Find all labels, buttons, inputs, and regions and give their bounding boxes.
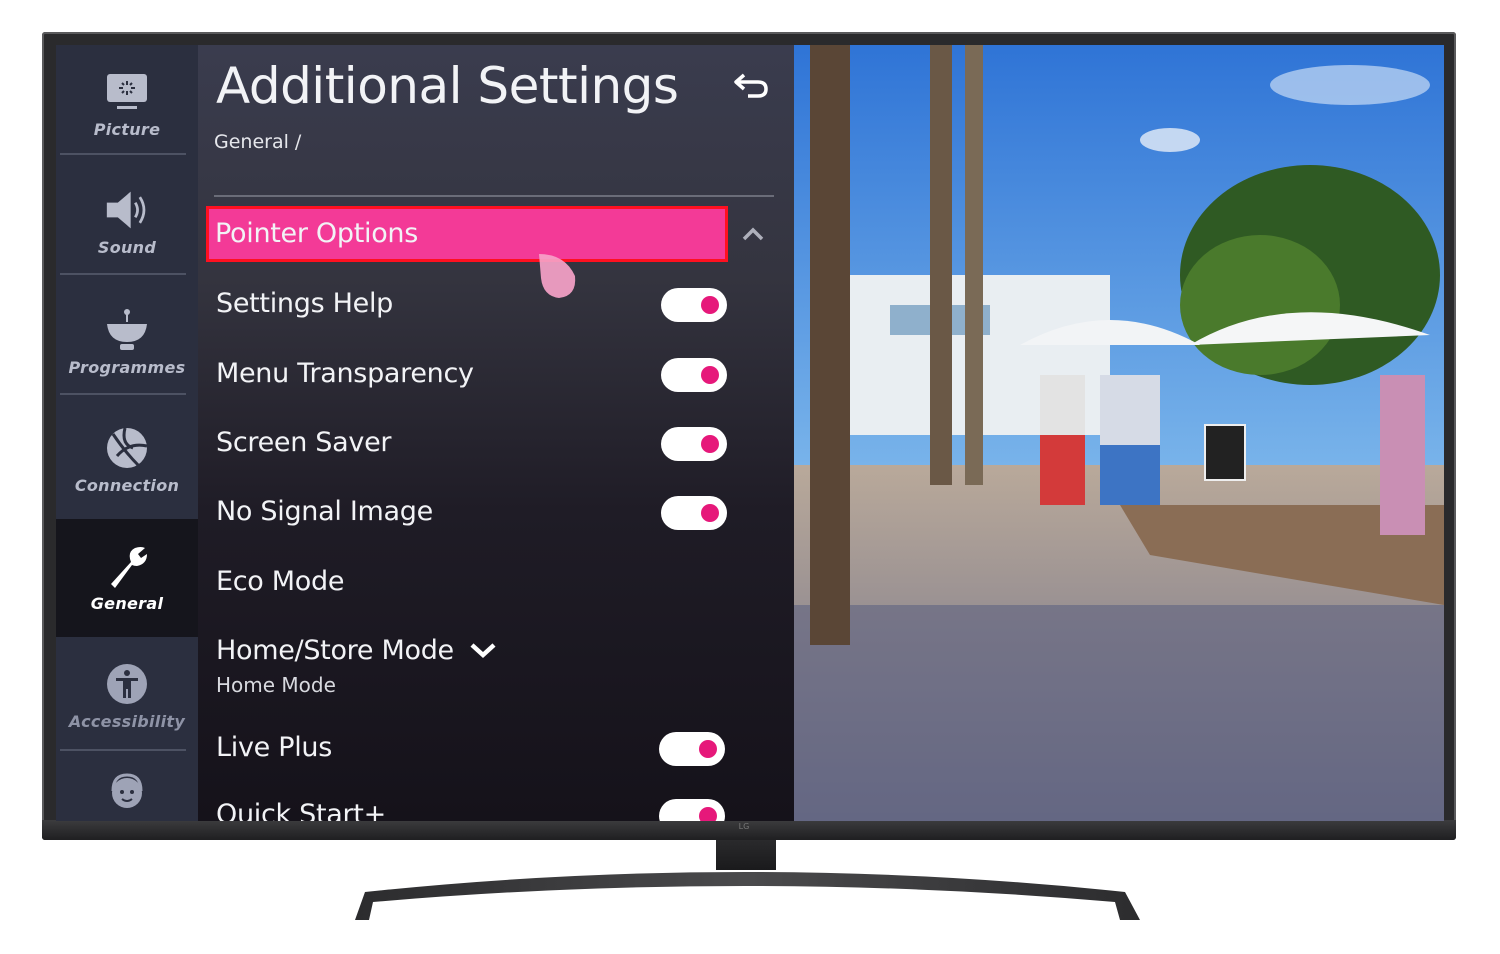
back-arrow-icon <box>734 73 768 98</box>
menu-item-home-store-mode[interactable]: Home/Store Mode Home Mode <box>206 623 766 699</box>
sidebar-divider <box>60 393 186 395</box>
menu-item-label: Pointer Options <box>215 218 419 249</box>
menu-item-label: Live Plus <box>216 732 332 763</box>
menu-item-label: Menu Transparency <box>216 358 474 389</box>
screen-saver-toggle[interactable] <box>661 427 727 461</box>
menu-item-settings-help[interactable]: Settings Help <box>206 276 766 332</box>
toggle-knob <box>699 740 717 758</box>
sidebar-item-general[interactable]: General <box>56 519 198 637</box>
wrench-icon <box>105 544 149 588</box>
toggle-knob <box>701 435 719 453</box>
menu-item-label: Home/Store Mode <box>216 635 454 666</box>
menu-item-quick-start[interactable]: Quick Start+ <box>206 787 766 821</box>
globe-icon <box>105 426 149 470</box>
menu-transparency-toggle[interactable] <box>661 358 727 392</box>
home-store-mode-value: Home Mode <box>216 673 336 697</box>
toggle-knob <box>699 807 717 821</box>
page-title: Additional Settings <box>216 57 679 115</box>
sidebar-divider <box>60 749 186 751</box>
sidebar-item-label: Sound <box>97 237 157 257</box>
sidebar-item-label: Accessibility <box>68 711 186 731</box>
no-signal-image-toggle[interactable] <box>661 496 727 530</box>
settings-help-toggle[interactable] <box>661 288 727 322</box>
picture-icon <box>105 70 149 114</box>
sidebar-item-sound[interactable]: Sound <box>56 163 198 281</box>
speaker-icon <box>105 188 149 232</box>
tv-stand <box>355 872 1140 920</box>
toggle-knob <box>701 366 719 384</box>
menu-item-no-signal-image[interactable]: No Signal Image <box>206 484 766 540</box>
chevron-up-icon[interactable] <box>738 219 768 249</box>
sidebar-item-support[interactable] <box>56 755 198 821</box>
menu-item-label: Settings Help <box>216 288 393 319</box>
settings-category-sidebar: Picture Sound Programmes Connection Gene… <box>56 45 198 821</box>
satellite-dish-icon <box>105 308 149 352</box>
tv-screen: Picture Sound Programmes Connection Gene… <box>56 45 1444 821</box>
menu-item-label: No Signal Image <box>216 496 433 527</box>
breadcrumb[interactable]: General / <box>214 131 301 153</box>
toggle-knob <box>701 296 719 314</box>
header-divider <box>214 195 774 197</box>
toggle-knob <box>701 504 719 522</box>
menu-item-eco-mode[interactable]: Eco Mode <box>206 554 766 610</box>
sidebar-divider <box>60 273 186 275</box>
accessibility-icon <box>105 662 149 706</box>
quick-start-toggle[interactable] <box>659 799 725 821</box>
sidebar-divider <box>60 153 186 155</box>
brand-logo: LG <box>738 822 750 831</box>
live-tv-video <box>790 45 1444 821</box>
sidebar-item-label: Picture <box>93 119 161 139</box>
menu-item-label: Screen Saver <box>216 427 392 458</box>
menu-item-label: Eco Mode <box>216 566 345 597</box>
menu-item-screen-saver[interactable]: Screen Saver <box>206 415 766 471</box>
menu-item-label: Quick Start+ <box>216 799 386 821</box>
support-headset-icon <box>105 771 149 815</box>
menu-item-live-plus[interactable]: Live Plus <box>206 720 766 776</box>
sidebar-item-label: General <box>90 593 164 613</box>
sidebar-item-label: Connection <box>74 475 180 495</box>
menu-item-menu-transparency[interactable]: Menu Transparency <box>206 346 766 402</box>
menu-item-pointer-options[interactable]: Pointer Options <box>206 206 728 262</box>
sidebar-item-programmes[interactable]: Programmes <box>56 283 198 401</box>
chevron-down-icon <box>470 643 496 659</box>
sidebar-item-connection[interactable]: Connection <box>56 401 198 519</box>
sidebar-item-accessibility[interactable]: Accessibility <box>56 637 198 755</box>
sidebar-item-picture[interactable]: Picture <box>56 45 198 163</box>
additional-settings-panel: Additional Settings General / Pointer Op… <box>198 45 794 821</box>
sidebar-item-label: Programmes <box>68 357 186 377</box>
live-plus-toggle[interactable] <box>659 732 725 766</box>
back-button[interactable] <box>732 67 772 107</box>
